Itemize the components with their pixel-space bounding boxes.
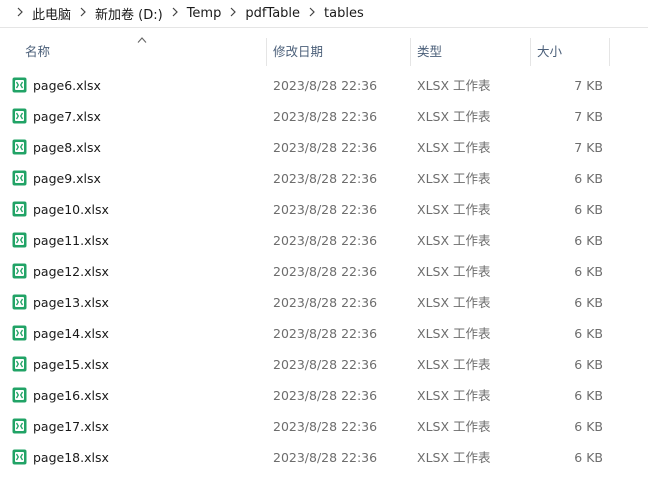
file-size: 6 KB (574, 388, 603, 403)
file-date: 2023/8/28 22:36 (273, 326, 378, 341)
file-date: 2023/8/28 22:36 (273, 295, 378, 310)
column-header-type[interactable]: 类型 (417, 36, 442, 68)
table-row[interactable]: page6.xlsx 2023/8/28 22:36 XLSX 工作表 7 KB (0, 70, 648, 101)
excel-file-icon (12, 449, 27, 465)
table-row[interactable]: page13.xlsx 2023/8/28 22:36 XLSX 工作表 6 KB (0, 287, 648, 318)
file-type: XLSX 工作表 (417, 295, 491, 310)
table-row[interactable]: page8.xlsx 2023/8/28 22:36 XLSX 工作表 7 KB (0, 132, 648, 163)
table-row[interactable]: page7.xlsx 2023/8/28 22:36 XLSX 工作表 7 KB (0, 101, 648, 132)
table-row[interactable]: page15.xlsx 2023/8/28 22:36 XLSX 工作表 6 KB (0, 349, 648, 380)
file-size: 7 KB (574, 140, 603, 155)
breadcrumb: 此电脑 新加卷 (D:) Temp pdfTable tables (0, 0, 648, 26)
column-header-name[interactable]: 名称 (25, 36, 50, 68)
file-size: 6 KB (574, 419, 603, 434)
file-date: 2023/8/28 22:36 (273, 78, 378, 93)
file-size: 6 KB (574, 450, 603, 465)
file-name[interactable]: page9.xlsx (33, 163, 101, 194)
breadcrumb-this-pc[interactable]: 此电脑 (32, 4, 71, 23)
excel-file-icon (12, 263, 27, 279)
excel-file-icon (12, 418, 27, 434)
breadcrumb-pdftable[interactable]: pdfTable (245, 6, 300, 21)
file-type: XLSX 工作表 (417, 326, 491, 341)
file-name[interactable]: page13.xlsx (33, 287, 109, 318)
excel-file-icon (12, 139, 27, 155)
chevron-right-icon[interactable] (167, 6, 183, 20)
file-name[interactable]: page18.xlsx (33, 442, 109, 473)
chevron-right-icon[interactable] (75, 6, 91, 20)
file-name[interactable]: page17.xlsx (33, 411, 109, 442)
file-size: 6 KB (574, 326, 603, 341)
breadcrumb-temp[interactable]: Temp (187, 6, 222, 21)
excel-file-icon (12, 108, 27, 124)
file-type: XLSX 工作表 (417, 419, 491, 434)
file-name[interactable]: page7.xlsx (33, 101, 101, 132)
column-divider[interactable] (609, 38, 610, 66)
file-type: XLSX 工作表 (417, 357, 491, 372)
file-date: 2023/8/28 22:36 (273, 388, 378, 403)
table-row[interactable]: page11.xlsx 2023/8/28 22:36 XLSX 工作表 6 KB (0, 225, 648, 256)
column-divider[interactable] (530, 38, 531, 66)
column-divider[interactable] (266, 38, 267, 66)
table-row[interactable]: page18.xlsx 2023/8/28 22:36 XLSX 工作表 6 KB (0, 442, 648, 473)
excel-file-icon (12, 232, 27, 248)
breadcrumb-tables[interactable]: tables (324, 6, 364, 21)
excel-file-icon (12, 356, 27, 372)
file-date: 2023/8/28 22:36 (273, 140, 378, 155)
file-size: 6 KB (574, 202, 603, 217)
file-type: XLSX 工作表 (417, 171, 491, 186)
breadcrumb-drive[interactable]: 新加卷 (D:) (95, 4, 163, 23)
divider (0, 27, 648, 28)
file-type: XLSX 工作表 (417, 78, 491, 93)
file-name[interactable]: page6.xlsx (33, 70, 101, 101)
file-type: XLSX 工作表 (417, 450, 491, 465)
file-name[interactable]: page16.xlsx (33, 380, 109, 411)
file-date: 2023/8/28 22:36 (273, 450, 378, 465)
file-size: 6 KB (574, 233, 603, 248)
file-date: 2023/8/28 22:36 (273, 264, 378, 279)
table-row[interactable]: page12.xlsx 2023/8/28 22:36 XLSX 工作表 6 KB (0, 256, 648, 287)
table-row[interactable]: page14.xlsx 2023/8/28 22:36 XLSX 工作表 6 KB (0, 318, 648, 349)
column-header-size[interactable]: 大小 (537, 36, 562, 68)
excel-file-icon (12, 294, 27, 310)
file-size: 6 KB (574, 357, 603, 372)
file-name[interactable]: page11.xlsx (33, 225, 109, 256)
file-name[interactable]: page10.xlsx (33, 194, 109, 225)
file-name[interactable]: page8.xlsx (33, 132, 101, 163)
column-header-date[interactable]: 修改日期 (273, 36, 323, 68)
column-divider[interactable] (410, 38, 411, 66)
file-type: XLSX 工作表 (417, 264, 491, 279)
table-row[interactable]: page10.xlsx 2023/8/28 22:36 XLSX 工作表 6 KB (0, 194, 648, 225)
excel-file-icon (12, 201, 27, 217)
file-size: 7 KB (574, 109, 603, 124)
file-date: 2023/8/28 22:36 (273, 357, 378, 372)
file-type: XLSX 工作表 (417, 109, 491, 124)
file-type: XLSX 工作表 (417, 202, 491, 217)
file-size: 6 KB (574, 295, 603, 310)
file-name[interactable]: page15.xlsx (33, 349, 109, 380)
chevron-right-icon[interactable] (225, 6, 241, 20)
file-name[interactable]: page14.xlsx (33, 318, 109, 349)
excel-file-icon (12, 387, 27, 403)
table-row[interactable]: page9.xlsx 2023/8/28 22:36 XLSX 工作表 6 KB (0, 163, 648, 194)
excel-file-icon (12, 170, 27, 186)
file-date: 2023/8/28 22:36 (273, 109, 378, 124)
file-date: 2023/8/28 22:36 (273, 202, 378, 217)
chevron-right-icon[interactable] (304, 6, 320, 20)
file-size: 6 KB (574, 264, 603, 279)
file-date: 2023/8/28 22:36 (273, 171, 378, 186)
file-size: 6 KB (574, 171, 603, 186)
chevron-right-icon[interactable] (12, 6, 28, 20)
column-header: 名称 修改日期 类型 大小 (0, 36, 648, 68)
file-type: XLSX 工作表 (417, 233, 491, 248)
excel-file-icon (12, 325, 27, 341)
table-row[interactable]: page17.xlsx 2023/8/28 22:36 XLSX 工作表 6 KB (0, 411, 648, 442)
file-type: XLSX 工作表 (417, 140, 491, 155)
file-name[interactable]: page12.xlsx (33, 256, 109, 287)
table-row[interactable]: page16.xlsx 2023/8/28 22:36 XLSX 工作表 6 KB (0, 380, 648, 411)
file-date: 2023/8/28 22:36 (273, 419, 378, 434)
file-date: 2023/8/28 22:36 (273, 233, 378, 248)
file-size: 7 KB (574, 78, 603, 93)
excel-file-icon (12, 77, 27, 93)
file-type: XLSX 工作表 (417, 388, 491, 403)
